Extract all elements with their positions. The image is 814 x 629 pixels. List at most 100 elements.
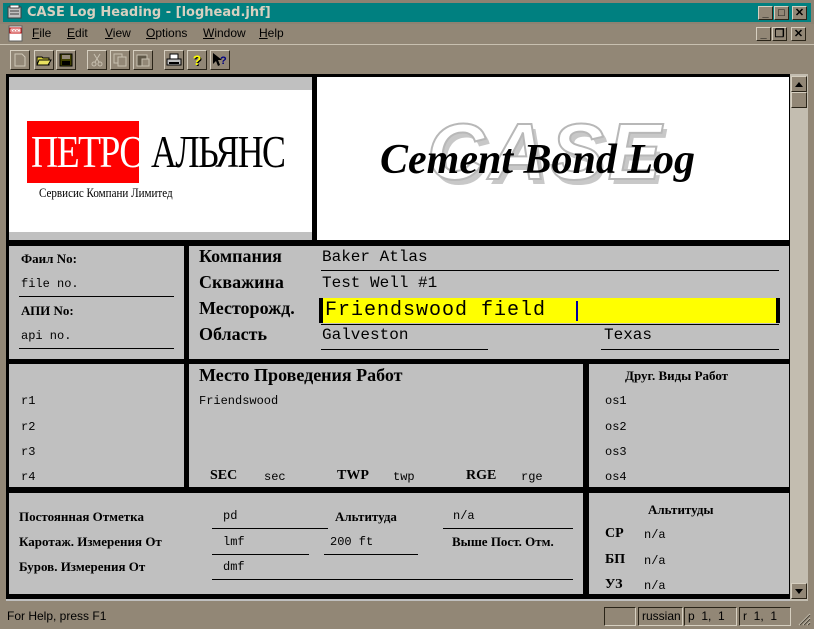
resize-grip-icon[interactable] [797,612,811,626]
minimize-icon: _ [760,27,767,40]
help-button[interactable]: ? [187,50,207,70]
app-icon[interactable] [7,5,22,19]
other-service-4[interactable]: os4 [605,470,627,484]
close-button[interactable]: ✕ [792,6,807,20]
elevations-panel: Альтитуды СР n/a БП n/a УЗ n/a [589,493,789,594]
cut-button[interactable] [87,50,107,70]
svg-text:DOC: DOC [11,28,20,33]
log-measured-offset-field[interactable]: 200 ft [330,535,373,549]
menu-view[interactable]: View [105,26,131,40]
remark-3[interactable]: r3 [21,445,35,459]
elevation-label: Альтитуда [335,509,397,524]
status-row: r 1, 1 [739,607,791,626]
rge-label: RGE [466,468,497,483]
drill-measured-label: Буров. Измерения От [19,559,146,574]
log-title: Cement Bond Log [380,137,696,183]
status-page: p 1, 1 [684,607,737,626]
logo-subtitle: Сервисис Компани Лимитед [39,185,173,200]
maximize-button[interactable]: □ [774,6,789,20]
status-pane-empty [604,607,636,626]
twp-label: TWP [337,468,369,483]
other-services-panel: Друг. Виды Работ os1 os2 os3 os4 [589,364,789,487]
above-pd-label: Выше Пост. Отм. [452,534,554,549]
window-title: CASE Log Heading - [loghead.jhf] [27,5,271,20]
svg-text:?: ? [220,55,227,67]
document-area: ПЕТРО АЛЬЯНС Сервисис Компани Лимитед CA… [6,74,790,601]
menu-help[interactable]: Help [259,26,284,40]
log-measured-label: Каротаж. Измерения От [19,534,162,549]
vertical-scrollbar[interactable] [790,74,808,601]
other-service-3[interactable]: os3 [605,445,627,459]
new-button[interactable] [10,50,30,70]
permanent-datum-field[interactable]: pd [223,509,237,523]
menu-file[interactable]: File [32,26,51,40]
cut-icon [91,53,103,67]
file-no-field[interactable]: file no. [21,277,79,291]
state-field[interactable]: Texas [604,326,652,344]
title-bar: CASE Log Heading - [loghead.jhf] _ □ ✕ [0,0,814,24]
menu-options[interactable]: Options [146,26,187,40]
log-measured-field[interactable]: lmf [223,535,245,549]
other-service-2[interactable]: os2 [605,420,627,434]
save-button[interactable] [56,50,76,70]
paste-button[interactable] [133,50,153,70]
copy-button[interactable] [110,50,130,70]
elevation-kb-label: СР [605,526,624,541]
help-icon: ? [192,52,202,68]
logo-black-text: АЛЬЯНС [151,126,286,177]
well-field: Test Well #1 [322,274,438,292]
field-label: Месторожд. [199,298,295,318]
remark-4[interactable]: r4 [21,470,35,484]
rge-field[interactable]: rge [521,470,543,484]
well-label: Скважина [199,272,284,292]
remark-2[interactable]: r2 [21,420,35,434]
remark-1[interactable]: r1 [21,394,35,408]
elevation-gl-field[interactable]: n/a [644,579,666,593]
file-api-panel: Фаил No: file no. АПИ No: api no. [9,246,184,359]
status-bar: For Help, press F1 russian p 1, 1 r 1, 1 [0,604,814,629]
print-icon [166,53,182,66]
menu-window[interactable]: Window [203,26,246,40]
text-cursor [576,301,578,321]
other-service-1[interactable]: os1 [605,394,627,408]
sec-field[interactable]: sec [264,470,286,484]
mdi-close-button[interactable]: ✕ [791,27,806,41]
print-button[interactable] [164,50,184,70]
location-field[interactable]: Friendswood [199,394,278,408]
file-no-label: Фаил No: [21,251,77,266]
drill-measured-field[interactable]: dmf [223,560,245,574]
scroll-thumb[interactable] [791,92,807,108]
elevation-df-field[interactable]: n/a [644,554,666,568]
logo-red-text: ПЕТРО [31,126,146,177]
company-field[interactable]: Baker Atlas [322,248,428,266]
arrow-down-icon [795,588,803,594]
minimize-button[interactable]: _ [758,6,773,20]
mdi-minimize-button[interactable]: _ [756,27,771,41]
new-file-icon [14,53,26,67]
twp-field[interactable]: twp [393,470,415,484]
log-title-panel: CASE Cement Bond Log [317,77,789,240]
mdi-restore-button[interactable]: ❐ [772,27,787,41]
paste-icon [136,54,150,67]
county-field[interactable]: Galveston [322,326,408,344]
menu-bar: DOC File Edit View Options Window Help _… [0,24,814,44]
region-label: Область [199,324,268,344]
well-info-panel: Компания Baker Atlas Скважина Test Well … [189,246,789,359]
document-icon[interactable]: DOC [8,25,24,43]
open-button[interactable] [34,50,54,70]
location-title: Место Проведения Работ [199,365,403,385]
field-input[interactable]: Friendswood field [319,298,780,323]
api-no-field[interactable]: api no. [21,329,71,343]
elevation-field[interactable]: n/a [453,509,475,523]
context-help-button[interactable]: ? [210,50,230,70]
other-services-title: Друг. Виды Работ [625,368,729,383]
elevations-title: Альтитуды [648,502,714,517]
scroll-up-button[interactable] [791,76,807,92]
company-logo-panel: ПЕТРО АЛЬЯНС Сервисис Компани Лимитед [9,77,312,240]
menu-edit[interactable]: Edit [67,26,88,40]
close-icon: ✕ [794,6,805,19]
scroll-down-button[interactable] [791,583,807,599]
api-no-label: АПИ No: [21,303,74,318]
elevation-kb-field[interactable]: n/a [644,528,666,542]
elevation-df-label: БП [605,552,626,567]
